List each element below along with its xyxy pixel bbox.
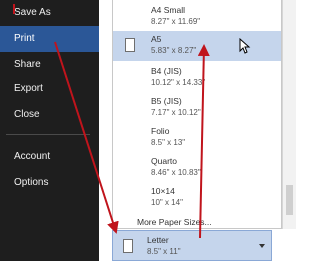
paper-size-dimensions: 10.12" x 14.33"	[151, 78, 206, 87]
paper-size-dimensions: 8.46" x 10.83"	[151, 168, 201, 177]
paper-size-dimensions: 10" x 14"	[151, 198, 183, 207]
paper-size-name: B5 (JIS)	[151, 96, 182, 106]
paper-size-option-b5-jis[interactable]: B5 (JIS) 7.17" x 10.12"	[113, 93, 281, 123]
backstage-sidebar: Save As Print Share Export Close Account…	[0, 0, 99, 261]
dropdown-scrollbar[interactable]	[282, 0, 296, 229]
more-paper-sizes-link[interactable]: More Paper Sizes...	[137, 217, 212, 227]
sidebar-item-export[interactable]: Export	[0, 76, 99, 102]
paper-size-option-b4-jis[interactable]: B4 (JIS) 10.12" x 14.33"	[113, 63, 281, 93]
selected-paper-dimensions: 8.5" x 11"	[147, 247, 181, 256]
paper-size-combo[interactable]: Letter 8.5" x 11"	[112, 230, 272, 261]
sidebar-item-account[interactable]: Account	[0, 144, 99, 170]
paper-size-name: B4 (JIS)	[151, 66, 182, 76]
sidebar-divider	[6, 134, 90, 135]
paper-size-option-10x14[interactable]: 10×14 10" x 14"	[113, 183, 281, 213]
paper-size-dimensions: 7.17" x 10.12"	[151, 108, 201, 117]
paper-size-option-quarto[interactable]: Quarto 8.46" x 10.83"	[113, 153, 281, 183]
sidebar-item-share[interactable]: Share	[0, 52, 99, 78]
paper-size-name: Folio	[151, 126, 170, 136]
paper-size-name: A5	[151, 34, 162, 44]
paper-size-option-a5[interactable]: A5 5.83" x 8.27"	[113, 31, 281, 61]
paper-size-option-folio[interactable]: Folio 8.5" x 13"	[113, 123, 281, 153]
page-icon	[125, 38, 135, 52]
paper-size-dimensions: 5.83" x 8.27"	[151, 46, 197, 55]
paper-size-dimensions: 8.27" x 11.69"	[151, 17, 201, 26]
sidebar-item-options[interactable]: Options	[0, 170, 99, 196]
mouse-pointer-icon	[239, 38, 251, 54]
selected-paper-name: Letter	[147, 235, 169, 245]
paper-size-dimensions: 8.5" x 13"	[151, 138, 186, 147]
sidebar-item-print[interactable]: Print	[0, 26, 99, 52]
chevron-down-icon[interactable]	[259, 244, 265, 248]
paper-size-name: A4 Small	[151, 5, 186, 15]
paper-size-name: Quarto	[151, 156, 177, 166]
paper-size-name: 10×14	[151, 186, 175, 196]
sidebar-item-save-as[interactable]: Save As	[0, 0, 99, 26]
paper-size-option-a4-small[interactable]: A4 Small 8.27" x 11.69"	[113, 2, 281, 32]
sidebar-item-close[interactable]: Close	[0, 102, 99, 128]
scrollbar-thumb[interactable]	[286, 185, 293, 215]
page-icon	[123, 239, 133, 253]
paper-size-dropdown-list: A4 Small 8.27" x 11.69" A5 5.83" x 8.27"…	[112, 0, 282, 229]
